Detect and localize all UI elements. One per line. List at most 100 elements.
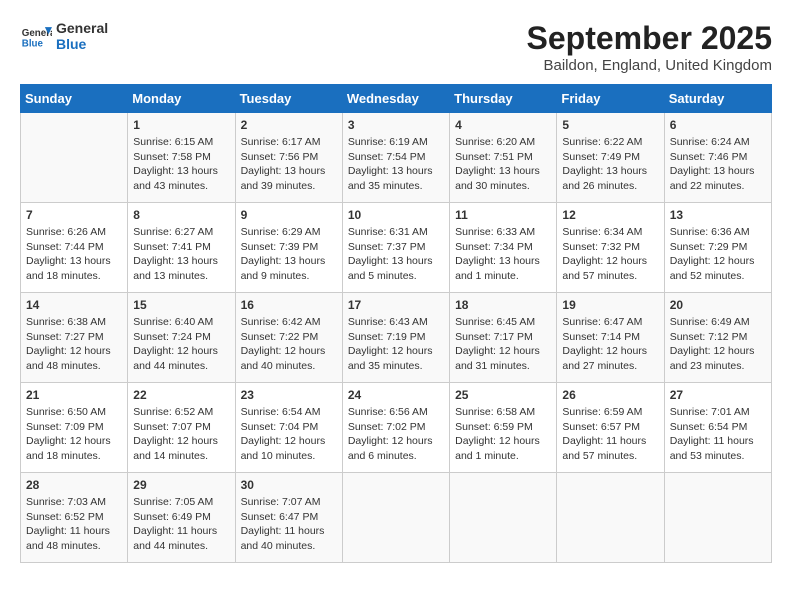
cell-content: Sunrise: 6:58 AMSunset: 6:59 PMDaylight:…: [455, 405, 551, 464]
calendar-cell: 1Sunrise: 6:15 AMSunset: 7:58 PMDaylight…: [128, 113, 235, 203]
day-number: 1: [133, 118, 229, 132]
calendar-cell: 2 Sunrise: 6:17 AMSunset: 7:56 PMDaylight…: [235, 113, 342, 203]
calendar-cell: 20Sunrise: 6:49 AMSunset: 7:12 PMDayligh…: [664, 293, 771, 383]
cell-content: Sunrise: 6:17 AMSunset: 7:56 PMDaylight:…: [241, 135, 337, 194]
calendar-cell: 17Sunrise: 6:43 AMSunset: 7:19 PMDayligh…: [342, 293, 449, 383]
cell-content: Sunrise: 6:52 AMSunset: 7:07 PMDaylight:…: [133, 405, 229, 464]
cell-content: Sunrise: 6:20 AMSunset: 7:51 PMDaylight:…: [455, 135, 551, 194]
calendar-cell: 5Sunrise: 6:22 AMSunset: 7:49 PMDaylight…: [557, 113, 664, 203]
cell-line: Sunset: 7:44 PM: [26, 240, 122, 255]
weekday-header-friday: Friday: [557, 85, 664, 113]
cell-line: Sunrise: 7:01 AM: [670, 405, 766, 420]
calendar-cell: 22Sunrise: 6:52 AMSunset: 7:07 PMDayligh…: [128, 383, 235, 473]
cell-line: Sunset: 7:14 PM: [562, 330, 658, 345]
day-number: 5: [562, 118, 658, 132]
cell-line: and 57 minutes.: [562, 269, 658, 284]
cell-content: Sunrise: 6:31 AMSunset: 7:37 PMDaylight:…: [348, 225, 444, 284]
cell-line: and 22 minutes.: [670, 179, 766, 194]
cell-line: Sunrise: 6:15 AM: [133, 135, 229, 150]
cell-line: Sunset: 7:24 PM: [133, 330, 229, 345]
day-number: 3: [348, 118, 444, 132]
cell-line: Sunset: 7:02 PM: [348, 420, 444, 435]
cell-line: and 14 minutes.: [133, 449, 229, 464]
cell-line: Sunset: 7:56 PM: [241, 150, 337, 165]
cell-content: Sunrise: 6:54 AMSunset: 7:04 PMDaylight:…: [241, 405, 337, 464]
cell-line: Daylight: 12 hours: [133, 434, 229, 449]
cell-line: and 10 minutes.: [241, 449, 337, 464]
cell-line: Sunset: 7:46 PM: [670, 150, 766, 165]
calendar-cell: [21, 113, 128, 203]
cell-line: and 30 minutes.: [455, 179, 551, 194]
cell-line: and 27 minutes.: [562, 359, 658, 374]
cell-line: and 31 minutes.: [455, 359, 551, 374]
day-number: 2: [241, 118, 337, 132]
cell-content: Sunrise: 6:29 AMSunset: 7:39 PMDaylight:…: [241, 225, 337, 284]
cell-line: and 40 minutes.: [241, 359, 337, 374]
calendar-cell: 11Sunrise: 6:33 AMSunset: 7:34 PMDayligh…: [450, 203, 557, 293]
day-number: 26: [562, 388, 658, 402]
cell-line: and 35 minutes.: [348, 359, 444, 374]
cell-line: Sunset: 7:17 PM: [455, 330, 551, 345]
day-number: 10: [348, 208, 444, 222]
cell-line: Sunrise: 6:34 AM: [562, 225, 658, 240]
weekday-header-saturday: Saturday: [664, 85, 771, 113]
cell-line: Daylight: 13 hours: [348, 164, 444, 179]
cell-line: Sunset: 7:34 PM: [455, 240, 551, 255]
cell-line: Sunrise: 7:03 AM: [26, 495, 122, 510]
calendar-cell: [342, 473, 449, 563]
cell-line: and 53 minutes.: [670, 449, 766, 464]
calendar-cell: 19Sunrise: 6:47 AMSunset: 7:14 PMDayligh…: [557, 293, 664, 383]
calendar-body: 1 Sunrise: 6:15 AMSunset: 7:58 PM Daylight…: [21, 113, 772, 563]
cell-line: Sunrise: 6:47 AM: [562, 315, 658, 330]
cell-line: Sunrise: 7:05 AM: [133, 495, 229, 510]
cell-content: Sunrise: 7:07 AMSunset: 6:47 PMDaylight:…: [241, 495, 337, 554]
cell-content: Sunrise: 6:45 AMSunset: 7:17 PMDaylight:…: [455, 315, 551, 374]
day-number: 14: [26, 298, 122, 312]
cell-line: Sunset: 7:58 PM: [133, 150, 229, 165]
day-number: 18: [455, 298, 551, 312]
cell-line: Sunset: 7:39 PM: [241, 240, 337, 255]
location: Baildon, England, United Kingdom: [527, 57, 772, 74]
cell-line: Sunrise: 7:07 AM: [241, 495, 337, 510]
title-block: September 2025 Baildon, England, United …: [527, 20, 772, 74]
cell-line: Sunset: 7:32 PM: [562, 240, 658, 255]
day-number: 29: [133, 478, 229, 492]
cell-content: Sunrise: 6:24 AMSunset: 7:46 PMDaylight:…: [670, 135, 766, 194]
day-number: 28: [26, 478, 122, 492]
cell-line: Daylight: 12 hours: [241, 434, 337, 449]
calendar-cell: 13Sunrise: 6:36 AMSunset: 7:29 PMDayligh…: [664, 203, 771, 293]
cell-line: Daylight: 11 hours: [133, 524, 229, 539]
cell-line: Daylight: 13 hours: [348, 254, 444, 269]
weekday-header-wednesday: Wednesday: [342, 85, 449, 113]
day-number: 7: [26, 208, 122, 222]
cell-line: Daylight: 12 hours: [348, 344, 444, 359]
cell-line: Sunset: 7:22 PM: [241, 330, 337, 345]
day-number: 17: [348, 298, 444, 312]
cell-line: and 35 minutes.: [348, 179, 444, 194]
cell-line: Sunset: 7:09 PM: [26, 420, 122, 435]
cell-content: Sunrise: 6:34 AMSunset: 7:32 PMDaylight:…: [562, 225, 658, 284]
calendar-cell: [664, 473, 771, 563]
cell-line: and 1 minute.: [455, 269, 551, 284]
calendar-cell: 15Sunrise: 6:40 AMSunset: 7:24 PMDayligh…: [128, 293, 235, 383]
day-number: 30: [241, 478, 337, 492]
calendar-cell: 16Sunrise: 6:42 AMSunset: 7:22 PMDayligh…: [235, 293, 342, 383]
cell-line: Sunrise: 6:52 AM: [133, 405, 229, 420]
cell-line: Daylight: 11 hours: [562, 434, 658, 449]
cell-line: Sunrise: 6:58 AM: [455, 405, 551, 420]
cell-line: Sunrise: 6:36 AM: [670, 225, 766, 240]
cell-line: Daylight: 13 hours: [455, 254, 551, 269]
cell-line: Sunrise: 6:43 AM: [348, 315, 444, 330]
cell-line: and 23 minutes.: [670, 359, 766, 374]
calendar-week-5: 28Sunrise: 7:03 AMSunset: 6:52 PMDayligh…: [21, 473, 772, 563]
cell-content: Sunrise: 6:59 AMSunset: 6:57 PMDaylight:…: [562, 405, 658, 464]
cell-line: Daylight: 13 hours: [670, 164, 766, 179]
cell-line: Sunset: 7:12 PM: [670, 330, 766, 345]
cell-line: Sunrise: 6:59 AM: [562, 405, 658, 420]
day-number: 27: [670, 388, 766, 402]
calendar-cell: 25Sunrise: 6:58 AMSunset: 6:59 PMDayligh…: [450, 383, 557, 473]
weekday-header-monday: Monday: [128, 85, 235, 113]
cell-line: Sunset: 7:07 PM: [133, 420, 229, 435]
calendar-cell: [557, 473, 664, 563]
cell-line: and 5 minutes.: [348, 269, 444, 284]
